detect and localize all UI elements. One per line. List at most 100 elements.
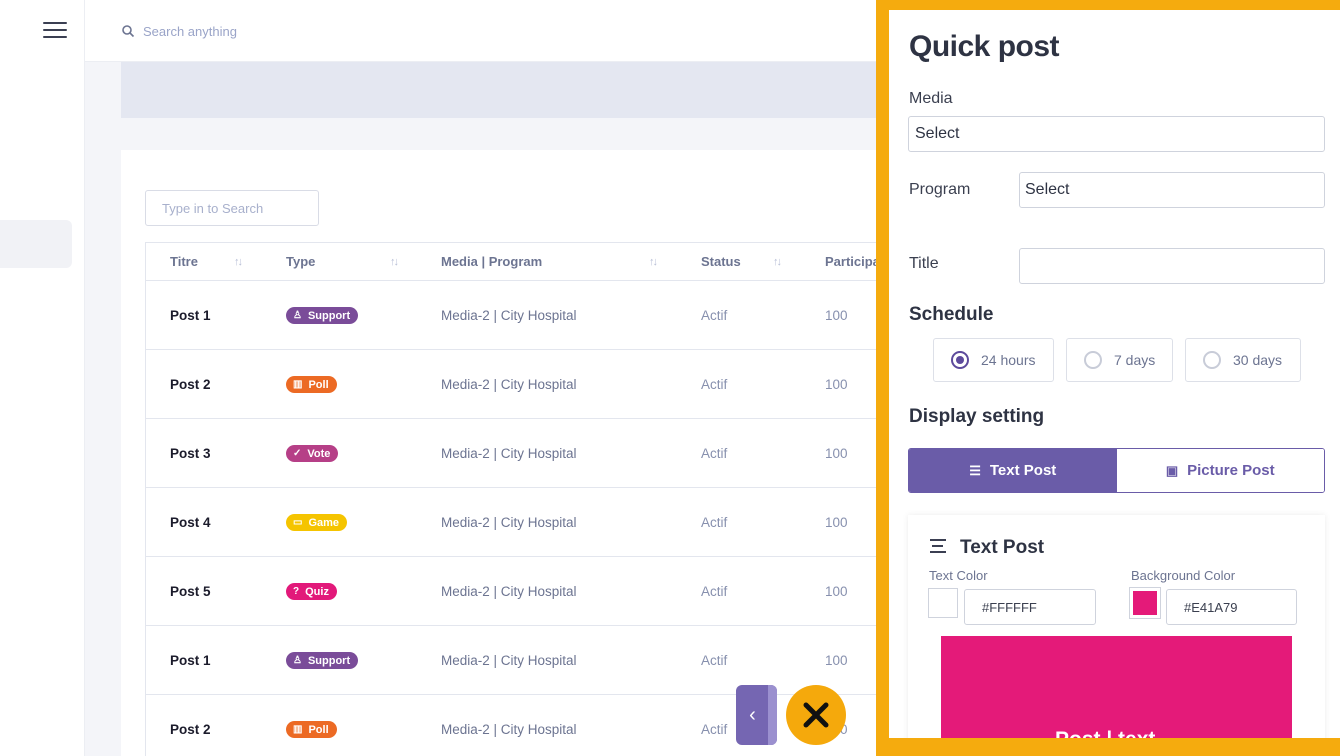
check-icon: ✓	[293, 447, 302, 459]
table-search-input[interactable]	[145, 190, 319, 226]
collapse-panel-button[interactable]: ‹	[736, 685, 777, 745]
global-search-input[interactable]	[143, 19, 443, 43]
bar-chart-icon: ▥	[293, 723, 303, 735]
table-row[interactable]: Post 1 ♙ Support Media-2 | City Hospital …	[146, 626, 885, 695]
bar-chart-icon: ▥	[293, 378, 303, 390]
column-header-titre[interactable]: Titre ↑↓	[146, 243, 262, 281]
program-select[interactable]: Select	[1019, 172, 1325, 208]
status-text: Actif	[701, 514, 728, 530]
type-badge: ✓ Vote	[286, 445, 339, 463]
sort-icon[interactable]: ↑↓	[234, 243, 243, 281]
radio-selected-icon	[951, 351, 969, 369]
media-program: Media-2 | City Hospital	[441, 445, 577, 461]
post-preview: Post | text	[941, 636, 1292, 738]
type-badge: ♙ Support	[286, 652, 359, 670]
type-badge: ? Quiz	[286, 583, 337, 601]
posts-card: Titre↑↓ Type↑↓ Media | Program↑↓ Status↑…	[121, 150, 885, 756]
title-label: Title	[909, 255, 939, 272]
background-color-input[interactable]: #E41A79	[1166, 589, 1297, 625]
close-panel-button[interactable]	[786, 685, 846, 745]
table-row[interactable]: Post 4 ▭ Game Media-2 | City Hospital Act…	[146, 488, 885, 557]
preview-text: Post | text	[1055, 728, 1155, 738]
column-header-status[interactable]: Status ↑↓	[677, 243, 801, 281]
person-icon: ♙	[293, 654, 302, 666]
background-color-label: Background Color	[1131, 568, 1236, 583]
tab-picture-post[interactable]: ▣ Picture Post	[1116, 449, 1324, 492]
text-post-heading: Text Post	[960, 537, 1045, 558]
status-text: Actif	[701, 445, 728, 461]
status-text: Actif	[701, 307, 728, 323]
media-program: Media-2 | City Hospital	[441, 583, 577, 599]
post-title: Post 4	[170, 514, 211, 530]
media-program: Media-2 | City Hospital	[441, 514, 577, 530]
table-row[interactable]: Post 1 ♙ Support Media-2 | City Hospital …	[146, 281, 885, 350]
menu-icon[interactable]	[43, 22, 67, 40]
sidebar-active-item[interactable]	[0, 220, 72, 268]
text-lines-icon	[930, 539, 946, 553]
column-header-participants[interactable]: Participa	[801, 243, 881, 281]
post-title: Post 1	[170, 307, 211, 323]
text-color-input[interactable]: #FFFFFF	[964, 589, 1096, 625]
participants-count: 100	[825, 376, 848, 392]
participants-count: 100	[825, 652, 848, 668]
person-icon: ♙	[293, 309, 302, 321]
image-icon: ▣	[1165, 462, 1179, 478]
text-lines-icon: ☰	[969, 462, 981, 478]
left-sidebar	[0, 0, 85, 756]
media-program: Media-2 | City Hospital	[441, 376, 577, 392]
schedule-option-30-days[interactable]: 30 days	[1185, 338, 1301, 382]
post-title: Post 3	[170, 445, 211, 461]
sort-icon[interactable]: ↑↓	[649, 243, 658, 281]
schedule-option-24-hours[interactable]: 24 hours	[933, 338, 1054, 382]
post-title: Post 5	[170, 583, 211, 599]
sort-icon[interactable]: ↑↓	[773, 243, 782, 281]
type-badge: ▥ Poll	[286, 721, 337, 739]
schedule-heading: Schedule	[909, 304, 994, 325]
display-setting-heading: Display setting	[909, 406, 1045, 427]
type-badge: ▭ Game	[286, 514, 348, 532]
column-header-type[interactable]: Type ↑↓	[262, 243, 417, 281]
media-program: Media-2 | City Hospital	[441, 307, 577, 323]
table-row[interactable]: Post 3 ✓ Vote Media-2 | City Hospital Act…	[146, 419, 885, 488]
radio-icon	[1203, 351, 1221, 369]
media-select[interactable]: Select	[908, 116, 1325, 152]
status-text: Actif	[701, 376, 728, 392]
text-color-swatch[interactable]	[928, 588, 958, 618]
sort-icon[interactable]: ↑↓	[390, 243, 399, 281]
post-title: Post 2	[170, 376, 211, 392]
type-badge: ▥ Poll	[286, 376, 337, 394]
post-type-tabs: ☰ Text Post ▣ Picture Post	[908, 448, 1325, 493]
column-header-media-program[interactable]: Media | Program ↑↓	[417, 243, 677, 281]
quick-post-panel: Quick post Media Select Program Select T…	[889, 10, 1340, 738]
search-icon	[122, 25, 135, 38]
header-banner	[121, 62, 881, 118]
background-color-swatch[interactable]	[1129, 587, 1161, 619]
media-program: Media-2 | City Hospital	[441, 721, 577, 737]
table-row[interactable]: Post 2 ▥ Poll Media-2 | City Hospital Act…	[146, 350, 885, 419]
schedule-option-7-days[interactable]: 7 days	[1066, 338, 1173, 382]
gamepad-icon: ▭	[293, 516, 303, 528]
table-header: Titre ↑↓ Type ↑↓ Media | Program ↑↓ Status ↑…	[146, 243, 885, 281]
participants-count: 100	[825, 583, 848, 599]
post-title: Post 2	[170, 721, 211, 737]
question-icon: ?	[293, 585, 300, 597]
program-label: Program	[909, 181, 971, 198]
text-color-label: Text Color	[929, 568, 988, 583]
media-program: Media-2 | City Hospital	[441, 652, 577, 668]
type-badge: ♙ Support	[286, 307, 359, 325]
participants-count: 100	[825, 514, 848, 530]
participants-count: 100	[825, 445, 848, 461]
participants-count: 100	[825, 307, 848, 323]
text-post-card: Text Post Text Color #FFFFFF Background …	[908, 515, 1325, 738]
panel-title: Quick post	[909, 30, 1060, 63]
post-title: Post 1	[170, 652, 211, 668]
table-row[interactable]: Post 5 ? Quiz Media-2 | City Hospital Act…	[146, 557, 885, 626]
tab-text-post[interactable]: ☰ Text Post	[909, 449, 1117, 492]
status-text: Actif	[701, 583, 728, 599]
chevron-left-icon: ‹	[749, 703, 756, 726]
status-text: Actif	[701, 652, 728, 668]
close-icon	[803, 702, 829, 728]
radio-icon	[1084, 351, 1102, 369]
media-label: Media	[909, 90, 953, 107]
title-input[interactable]	[1019, 248, 1325, 284]
